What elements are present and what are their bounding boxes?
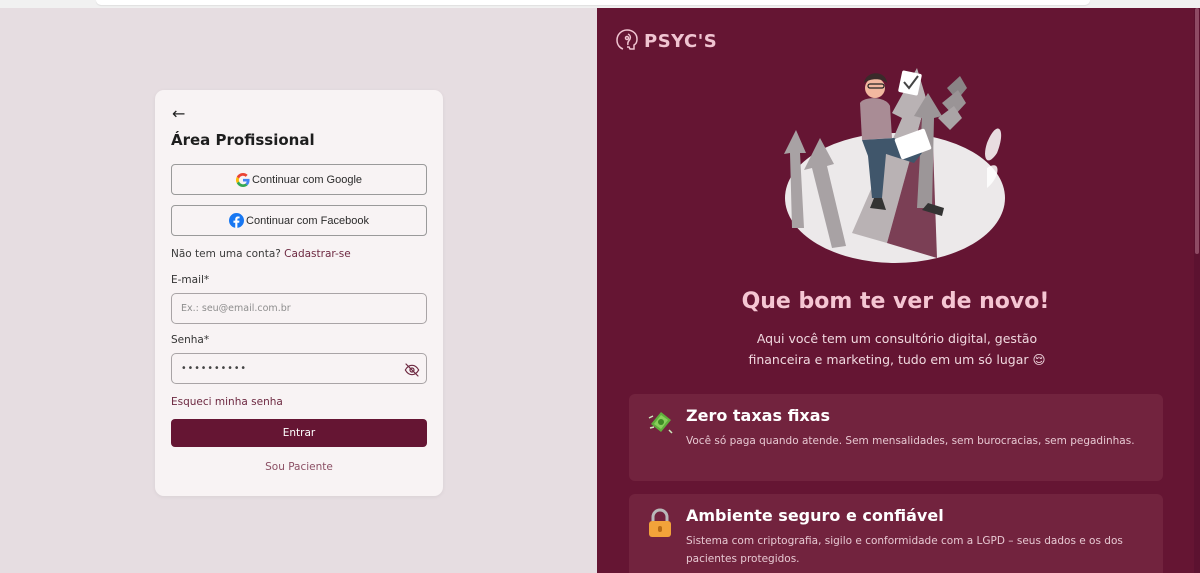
feature-title: Zero taxas fixas (686, 406, 831, 425)
feature-description: Você só paga quando atende. Sem mensalid… (686, 435, 1135, 447)
brand-name: PSYC'S (644, 30, 718, 52)
google-icon (235, 172, 250, 187)
patient-login-link[interactable]: Sou Paciente (155, 461, 443, 473)
password-label: Senha* (171, 334, 210, 346)
feature-description: Sistema com criptografia, sigilo e confo… (686, 535, 1123, 565)
hero-subtitle: Aqui você tem um consultório digital, ge… (748, 331, 1046, 367)
back-arrow-icon[interactable]: ← (172, 105, 185, 123)
browser-top-strip (0, 0, 1200, 8)
money-icon (647, 408, 675, 440)
brain-logo-icon (614, 25, 642, 57)
login-card: ← Área Profissional Continuar com Google (155, 90, 443, 496)
hero-title: Que bom te ver de novo! (741, 289, 1050, 314)
feature-card-security: Ambiente seguro e confiável Sistema com … (629, 494, 1163, 573)
scrollbar-thumb[interactable] (1195, 8, 1199, 254)
brand-pane: PSYC'S Que bom te ver de novo! Aqui você… (597, 8, 1200, 573)
facebook-icon (229, 213, 245, 228)
signup-prompt-text: Não tem uma conta? (171, 248, 281, 260)
password-field[interactable] (171, 353, 427, 384)
forgot-password-link[interactable]: Esqueci minha senha (171, 396, 283, 408)
feature-card-fees: Zero taxas fixas Você só paga quando ate… (629, 394, 1163, 481)
feature-title: Ambiente seguro e confiável (686, 506, 944, 525)
email-field[interactable] (171, 293, 427, 324)
google-login-label: Continuar com Google (251, 173, 363, 186)
facebook-login-label: Continuar com Facebook (246, 214, 369, 227)
eye-slash-icon[interactable] (404, 362, 420, 381)
page-title: Área Profissional (171, 131, 315, 149)
browser-tab-strip (96, 0, 1090, 5)
hero-illustration (782, 58, 1007, 272)
facebook-login-button[interactable]: Continuar com Facebook (171, 205, 427, 236)
login-submit-button[interactable]: Entrar (171, 419, 427, 447)
login-pane: ← Área Profissional Continuar com Google (0, 8, 597, 573)
email-label: E-mail* (171, 274, 210, 286)
signup-link[interactable]: Cadastrar-se (284, 248, 351, 260)
brand-logo: PSYC'S (614, 25, 717, 57)
signup-prompt: Não tem uma conta? Cadastrar-se (171, 248, 351, 260)
google-login-button[interactable]: Continuar com Google (171, 164, 427, 195)
lock-icon (647, 508, 673, 542)
